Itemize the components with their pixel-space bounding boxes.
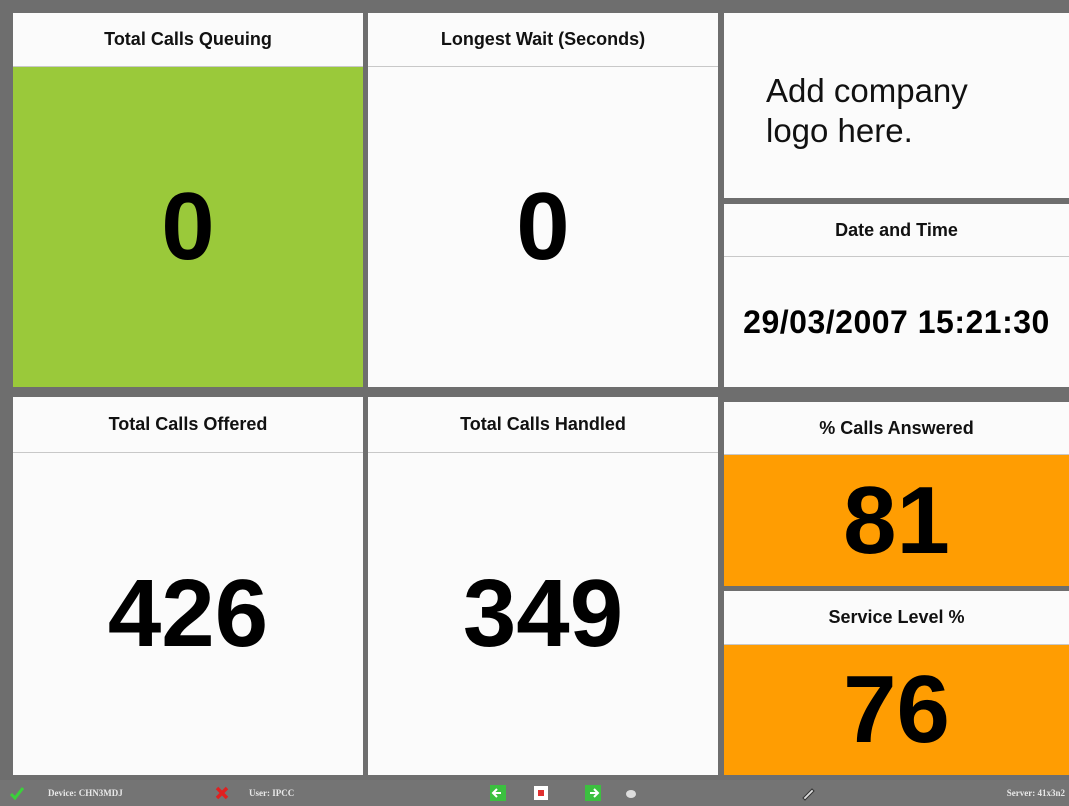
stop-icon[interactable] (533, 785, 549, 801)
logo-text-line-1: Add company (766, 72, 968, 109)
pen-icon[interactable] (800, 785, 816, 801)
error-x-icon[interactable] (214, 785, 230, 801)
panel-title: Date and Time (724, 204, 1069, 257)
panel-title: Service Level % (724, 591, 1069, 645)
device-label: Device: CHN3MDJ (48, 788, 123, 798)
logo-text: Add company logo here. (766, 71, 968, 151)
panel-calls-answered: % Calls Answered 81 (724, 402, 1069, 586)
metric-value: 81 (724, 455, 1069, 586)
panel-longest-wait: Longest Wait (Seconds) 0 (368, 13, 718, 387)
panel-date-time: Date and Time 29/03/2007 15:21:30 (724, 204, 1069, 387)
metric-value: 0 (516, 173, 570, 280)
panel-title: Longest Wait (Seconds) (368, 13, 718, 67)
status-bar: Device: CHN3MDJ User: IPCC Server: 41x3n… (0, 780, 1069, 806)
panel-title: Total Calls Queuing (13, 13, 363, 67)
metric-value: 76 (724, 645, 1069, 775)
panel-total-calls-offered: Total Calls Offered 426 (13, 397, 363, 775)
date-time-value: 29/03/2007 15:21:30 (743, 303, 1050, 340)
panel-title: % Calls Answered (724, 402, 1069, 455)
metric-value: 426 (107, 560, 269, 667)
panel-service-level: Service Level % 76 (724, 591, 1069, 775)
user-label: User: IPCC (249, 788, 295, 798)
panel-title: Total Calls Offered (13, 397, 363, 453)
panel-total-calls-queuing: Total Calls Queuing 0 (13, 13, 363, 387)
logo-text-line-2: logo here. (766, 112, 913, 149)
metric-value: 349 (462, 560, 624, 667)
panel-title: Total Calls Handled (368, 397, 718, 453)
panel-total-calls-handled: Total Calls Handled 349 (368, 397, 718, 775)
company-logo-placeholder: Add company logo here. (724, 13, 1069, 198)
forward-icon[interactable] (585, 785, 601, 801)
check-icon (9, 787, 25, 801)
back-icon[interactable] (490, 785, 506, 801)
circle-icon[interactable] (623, 785, 639, 801)
metric-value: 0 (13, 67, 363, 387)
server-label: Server: 41x3n2 (1006, 788, 1065, 798)
